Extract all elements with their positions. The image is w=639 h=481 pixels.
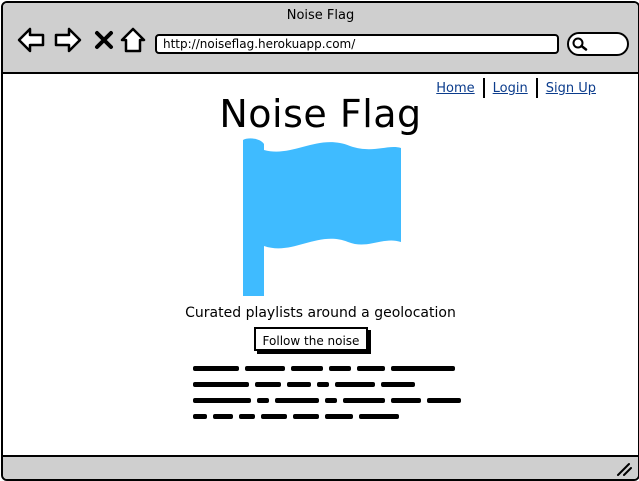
tagline: Curated playlists around a geolocation	[185, 305, 456, 321]
address-bar[interactable]: http://noiseflag.herokuapp.com/	[155, 34, 559, 54]
status-bar	[3, 455, 638, 479]
close-icon[interactable]	[89, 25, 119, 55]
browser-toolbar: Noise Flag http://noiseflag.herokuapp.co…	[3, 3, 638, 74]
home-icon[interactable]	[118, 25, 148, 55]
page-title: Noise Flag	[219, 92, 422, 136]
window-title: Noise Flag	[286, 8, 355, 23]
back-arrow-icon[interactable]	[16, 25, 46, 55]
placeholder-text	[193, 360, 465, 424]
search-icon	[572, 37, 588, 51]
search-input[interactable]	[567, 32, 629, 56]
page-content: Home Login Sign Up Noise Flag Curated pl…	[3, 74, 638, 453]
follow-the-noise-button[interactable]: Follow the noise	[254, 327, 368, 351]
forward-arrow-icon[interactable]	[53, 25, 83, 55]
flag-icon	[243, 138, 401, 296]
resize-handle-icon[interactable]	[616, 462, 632, 476]
browser-window: Noise Flag http://noiseflag.herokuapp.co…	[1, 1, 639, 481]
